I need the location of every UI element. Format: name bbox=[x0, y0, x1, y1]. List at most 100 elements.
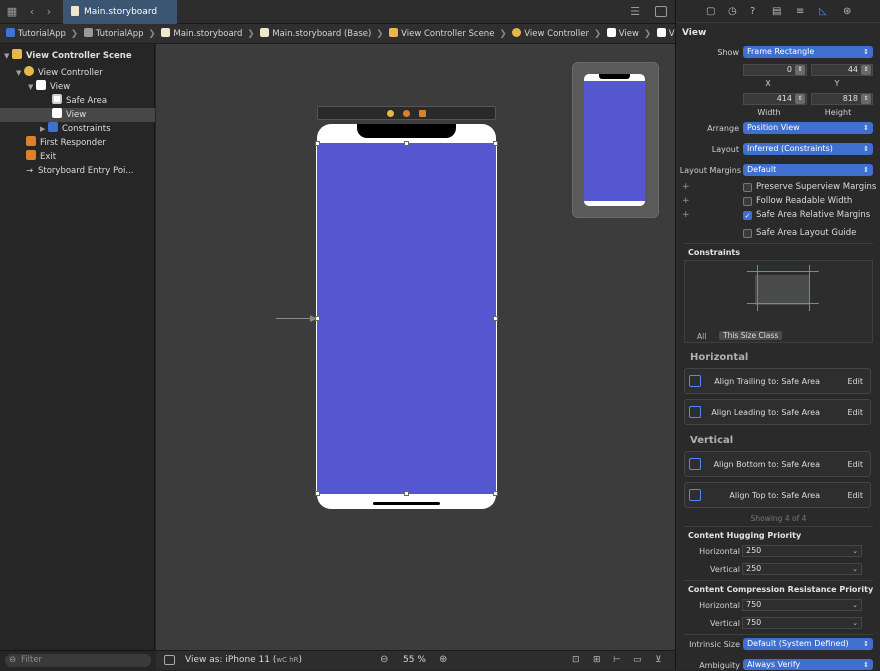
file-inspector-icon[interactable]: ▢ bbox=[706, 6, 715, 17]
filter-all[interactable]: All bbox=[697, 332, 706, 341]
constraint-row[interactable]: Align Bottom to: Safe Area Edit bbox=[684, 451, 871, 477]
device-selector[interactable]: View as: iPhone 11 (wC hR) bbox=[185, 655, 302, 665]
scene-dock[interactable] bbox=[317, 106, 496, 120]
plus-icon[interactable]: + bbox=[682, 196, 690, 206]
resize-handle[interactable] bbox=[493, 316, 498, 321]
layout-margins-popup[interactable]: Default ⇕ bbox=[743, 164, 873, 176]
outline-item-exit[interactable]: Exit bbox=[0, 150, 155, 164]
plus-icon[interactable]: + bbox=[682, 182, 690, 192]
hugging-vertical-field[interactable]: 250 ⌄ bbox=[742, 563, 862, 575]
constraint-row[interactable]: Align Top to: Safe Area Edit bbox=[684, 482, 871, 508]
first-responder-icon[interactable] bbox=[403, 110, 410, 117]
disclosure-open-icon[interactable]: ▼ bbox=[28, 80, 36, 94]
arrange-popup[interactable]: Position View ⇕ bbox=[743, 122, 873, 134]
constraint-row[interactable]: Align Leading to: Safe Area Edit bbox=[684, 399, 871, 425]
toggle-outline-icon[interactable] bbox=[164, 655, 175, 665]
split-editor-icon[interactable] bbox=[655, 6, 667, 17]
add-constraints-icon[interactable]: ⊢ bbox=[613, 655, 621, 665]
outline-item-safe-area[interactable]: Safe Area bbox=[0, 94, 155, 108]
width-field[interactable]: 414 ⇕ bbox=[743, 93, 807, 105]
resize-handle[interactable] bbox=[404, 491, 409, 496]
preserve-superview-margins-checkbox[interactable] bbox=[743, 183, 752, 192]
breadcrumb-item[interactable]: Main.storyboard (Base) bbox=[260, 28, 371, 39]
hugging-horizontal-field[interactable]: 250 ⌄ bbox=[742, 545, 862, 557]
editor-options-icon[interactable]: ☰ bbox=[628, 5, 642, 19]
edit-button[interactable]: Edit bbox=[848, 377, 864, 386]
breadcrumb-item[interactable]: TutorialApp bbox=[83, 28, 144, 39]
resize-handle[interactable] bbox=[493, 141, 498, 146]
constraint-row[interactable]: Align Trailing to: Safe Area Edit bbox=[684, 368, 871, 394]
compression-horizontal-field[interactable]: 750 ⌄ bbox=[742, 599, 862, 611]
dropdown-arrow-icon[interactable]: ⌄ bbox=[852, 546, 858, 556]
dropdown-arrow-icon[interactable]: ⌄ bbox=[852, 564, 858, 574]
edit-button[interactable]: Edit bbox=[848, 491, 864, 500]
history-inspector-icon[interactable]: ◷ bbox=[728, 6, 737, 17]
resolve-issues-icon[interactable]: ▭ bbox=[633, 655, 642, 665]
x-field[interactable]: 0 ⇕ bbox=[743, 64, 807, 76]
size-inspector-icon[interactable]: ◺ bbox=[819, 6, 827, 17]
breadcrumb-item[interactable]: TutorialApp bbox=[6, 28, 66, 39]
stepper-icon[interactable]: ⇕ bbox=[861, 65, 871, 75]
tab-main-storyboard[interactable]: Main.storyboard bbox=[63, 0, 177, 24]
stepper-icon[interactable]: ⇕ bbox=[795, 65, 805, 75]
outline-item-entry-point[interactable]: → Storyboard Entry Poi... bbox=[0, 164, 155, 178]
grid-icon[interactable]: ▦ bbox=[5, 5, 19, 19]
dropdown-arrow-icon[interactable]: ⌄ bbox=[852, 618, 858, 628]
outline-item-constraints[interactable]: ▶ Constraints bbox=[0, 122, 155, 136]
filter-this-size-class[interactable]: This Size Class bbox=[719, 331, 783, 340]
compression-vertical-field[interactable]: 750 ⌄ bbox=[742, 617, 862, 629]
disclosure-closed-icon[interactable]: ▶ bbox=[40, 122, 48, 136]
ambiguity-popup[interactable]: Always Verify ⇕ bbox=[743, 659, 873, 670]
y-field[interactable]: 44 ⇕ bbox=[811, 64, 873, 76]
embed-in-icon[interactable]: ⊻ bbox=[655, 655, 662, 665]
edit-button[interactable]: Edit bbox=[848, 460, 864, 469]
entry-point-arrow[interactable] bbox=[276, 318, 314, 319]
outline-item-view[interactable]: ▼ View bbox=[0, 80, 155, 94]
resize-handle[interactable] bbox=[493, 491, 498, 496]
resize-handle[interactable] bbox=[315, 141, 320, 146]
layout-popup[interactable]: Inferred (Constraints) ⇕ bbox=[743, 143, 873, 155]
breadcrumb-item[interactable]: View Controller bbox=[512, 28, 589, 39]
outline-item-view-selected[interactable]: View bbox=[0, 108, 155, 122]
breadcrumb-item[interactable]: Main.storyboard bbox=[161, 28, 242, 39]
follow-readable-width-checkbox[interactable] bbox=[743, 197, 752, 206]
align-icon[interactable]: ⊞ bbox=[593, 655, 601, 665]
minimap[interactable] bbox=[572, 62, 659, 218]
identity-inspector-icon[interactable]: ▤ bbox=[772, 6, 781, 17]
stepper-icon[interactable]: ⇕ bbox=[795, 94, 805, 104]
height-field[interactable]: 818 ⇕ bbox=[811, 93, 873, 105]
disclosure-open-icon[interactable]: ▼ bbox=[4, 49, 12, 63]
root-view-selected[interactable] bbox=[316, 142, 497, 495]
zoom-level[interactable]: 55 % bbox=[403, 655, 426, 665]
disclosure-open-icon[interactable]: ▼ bbox=[16, 66, 24, 80]
resize-handle[interactable] bbox=[315, 316, 320, 321]
filter-input[interactable]: ⊖ Filter bbox=[5, 654, 151, 667]
outline-scene[interactable]: ▼ View Controller Scene bbox=[0, 49, 155, 63]
connections-inspector-icon[interactable]: ⊛ bbox=[843, 6, 851, 17]
update-frames-icon[interactable]: ⊡ bbox=[572, 655, 580, 665]
help-inspector-icon[interactable]: ? bbox=[750, 6, 755, 17]
outline-item-first-responder[interactable]: First Responder bbox=[0, 136, 155, 150]
chevron-right-icon[interactable]: › bbox=[42, 5, 56, 19]
attributes-inspector-icon[interactable]: ≡ bbox=[796, 6, 804, 17]
dropdown-arrow-icon[interactable]: ⌄ bbox=[852, 600, 858, 610]
stepper-icon[interactable]: ⇕ bbox=[861, 94, 871, 104]
edit-button[interactable]: Edit bbox=[848, 408, 864, 417]
outline-item-view-controller[interactable]: ▼ View Controller bbox=[0, 66, 155, 80]
chevron-left-icon[interactable]: ‹ bbox=[25, 5, 39, 19]
breadcrumb-item[interactable]: View Controller Scene bbox=[389, 28, 494, 39]
zoom-in-icon[interactable]: ⊕ bbox=[439, 654, 447, 665]
breadcrumb-item[interactable]: View bbox=[606, 28, 639, 39]
storyboard-canvas[interactable]: ▶ bbox=[156, 44, 675, 650]
safe-area-relative-margins-checkbox[interactable]: ✓ bbox=[743, 211, 752, 220]
zoom-out-icon[interactable]: ⊖ bbox=[380, 654, 388, 665]
show-popup[interactable]: Frame Rectangle ⇕ bbox=[743, 46, 873, 58]
resize-handle[interactable] bbox=[315, 491, 320, 496]
plus-icon[interactable]: + bbox=[682, 210, 690, 220]
exit-icon[interactable] bbox=[419, 110, 426, 117]
resize-handle[interactable] bbox=[404, 141, 409, 146]
checkbox-label: Safe Area Relative Margins bbox=[756, 210, 871, 220]
view-controller-icon[interactable] bbox=[387, 110, 394, 117]
intrinsic-size-popup[interactable]: Default (System Defined) ⇕ bbox=[743, 638, 873, 650]
safe-area-layout-guide-checkbox[interactable] bbox=[743, 229, 752, 238]
